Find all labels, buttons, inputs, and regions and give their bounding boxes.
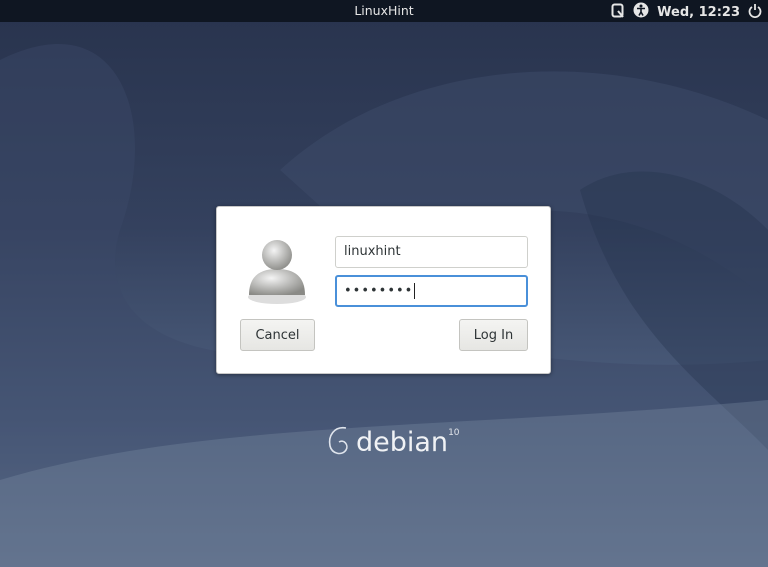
debian-wordmark: debian: [356, 427, 449, 458]
power-icon[interactable]: [748, 3, 762, 22]
debian-version: 10: [448, 428, 460, 438]
password-field[interactable]: ••••••••: [335, 275, 528, 307]
login-dialog: linuxhint •••••••• Cancel Log In: [216, 206, 551, 374]
screen-reader-icon[interactable]: [611, 3, 625, 22]
top-bar: LinuxHint Wed, 12:23: [0, 0, 768, 22]
text-cursor: [414, 283, 416, 299]
log-in-button[interactable]: Log In: [459, 319, 528, 351]
user-avatar-icon: [247, 237, 307, 309]
accessibility-icon[interactable]: [633, 2, 649, 22]
password-mask: ••••••••: [344, 283, 414, 299]
clock[interactable]: Wed, 12:23: [657, 5, 740, 20]
debian-logo: debian 10: [326, 422, 460, 460]
debian-swirl-icon: [328, 426, 348, 455]
cancel-button[interactable]: Cancel: [240, 319, 315, 351]
username-field[interactable]: linuxhint: [335, 236, 528, 268]
